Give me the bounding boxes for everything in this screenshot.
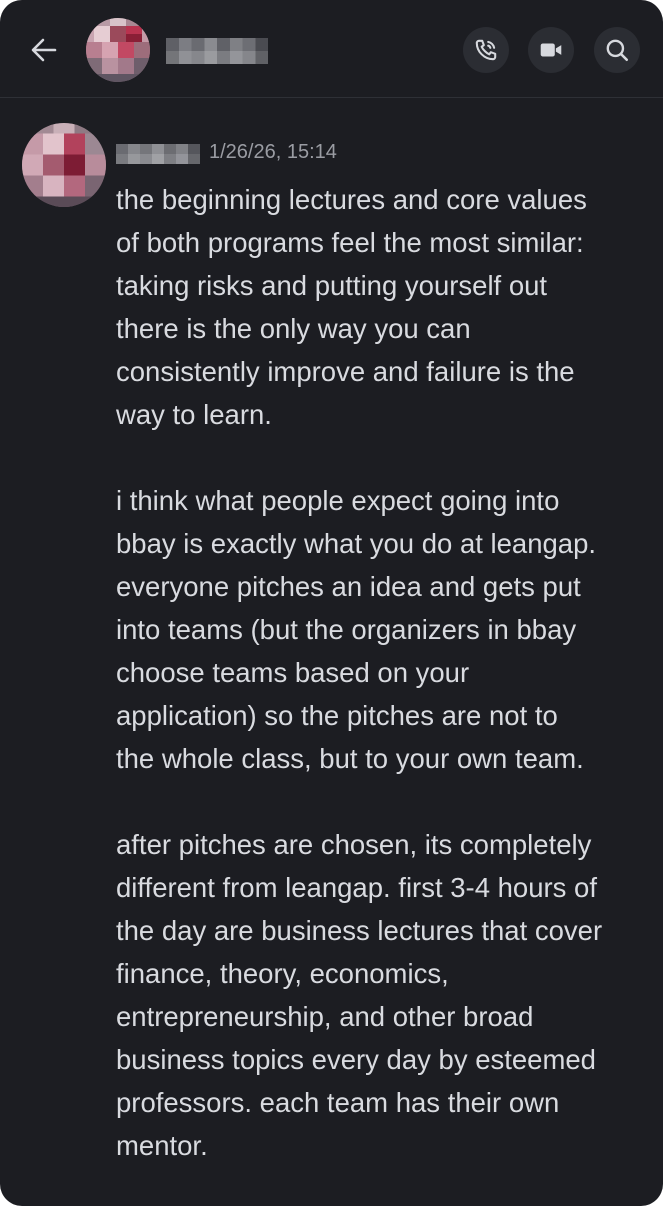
message-timestamp: 1/26/26, 15:14 <box>209 141 337 163</box>
chat-screen: 1/26/26, 15:14 the beginning lectures an… <box>0 0 663 1206</box>
search-button[interactable] <box>594 27 640 73</box>
author-avatar[interactable] <box>22 123 106 207</box>
phone-call-icon <box>475 39 497 61</box>
blurred-name-pixels <box>166 38 268 64</box>
chat-header <box>0 0 663 98</box>
search-icon <box>606 39 629 62</box>
message-paragraph: i think what people expect going into bb… <box>116 485 597 774</box>
message-body: the beginning lectures and core values o… <box>116 178 646 1167</box>
arrow-left-icon <box>31 38 57 62</box>
back-button[interactable] <box>22 28 66 72</box>
contact-avatar[interactable] <box>86 18 150 82</box>
blurred-author-pixels <box>116 144 200 164</box>
video-call-button[interactable] <box>528 27 574 73</box>
message-paragraph: after pitches are chosen, its completely… <box>116 829 603 1161</box>
voice-call-button[interactable] <box>463 27 509 73</box>
video-camera-icon <box>540 43 562 57</box>
message-paragraph: the beginning lectures and core values o… <box>116 184 587 430</box>
